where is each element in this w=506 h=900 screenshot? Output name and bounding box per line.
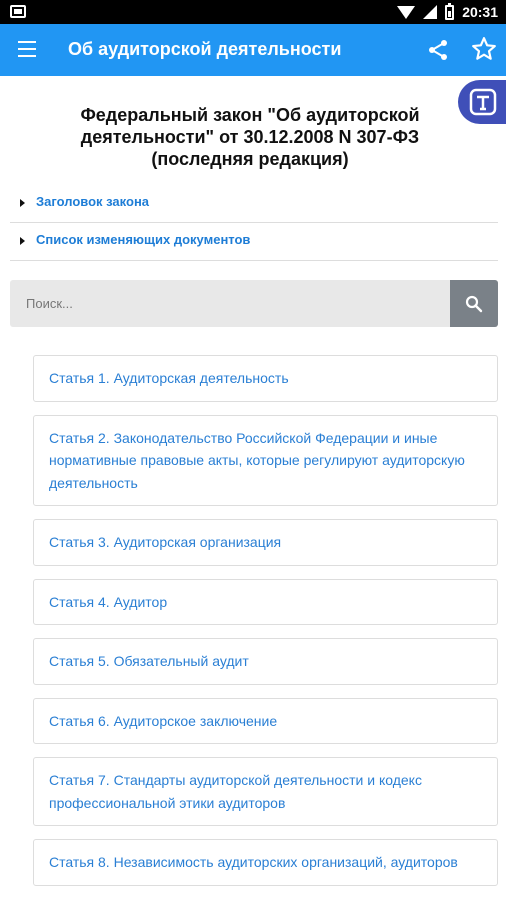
article-link[interactable]: Статья 2. Законодательство Российской Фе… xyxy=(33,414,498,506)
article-link[interactable]: Статья 6. Аудиторское заключение xyxy=(33,697,498,744)
battery-icon xyxy=(445,2,455,20)
section-label: Список изменяющих документов xyxy=(36,232,251,247)
star-icon[interactable] xyxy=(471,36,497,62)
article-link[interactable]: Статья 4. Аудитор xyxy=(33,578,498,625)
article-link[interactable]: Статья 3. Аудиторская организация xyxy=(33,519,498,566)
section-label: Заголовок закона xyxy=(36,194,150,209)
section-amending-documents[interactable]: Список изменяющих документов xyxy=(10,223,498,261)
article-link[interactable]: Статья 5. Обязательный аудит xyxy=(33,638,498,685)
menu-icon[interactable] xyxy=(18,41,36,57)
search-icon xyxy=(465,295,483,313)
signal-icon xyxy=(423,5,438,19)
wifi-icon xyxy=(397,5,416,19)
section-law-header[interactable]: Заголовок закона xyxy=(10,185,498,223)
text-format-icon xyxy=(469,88,497,116)
text-tool-button[interactable] xyxy=(458,80,506,124)
share-icon[interactable] xyxy=(426,38,450,62)
status-icons: 20:31 xyxy=(397,2,498,21)
expand-arrow-icon xyxy=(20,237,25,245)
article-list: Статья 1. Аудиторская деятельность Стать… xyxy=(33,355,498,899)
search-button[interactable] xyxy=(450,280,498,327)
document-title: Федеральный закон "Об аудиторской деятел… xyxy=(80,105,420,169)
article-link[interactable]: Статья 8. Независимость аудиторских орга… xyxy=(33,839,498,886)
status-bar: 20:31 xyxy=(0,0,506,24)
status-time: 20:31 xyxy=(462,4,498,20)
search-input[interactable] xyxy=(10,280,450,327)
article-link[interactable]: Статья 7. Стандарты аудиторской деятельн… xyxy=(33,757,498,826)
app-bar-title: Об аудиторской деятельности xyxy=(68,39,342,59)
notification-icon xyxy=(10,5,26,18)
expand-arrow-icon xyxy=(20,199,25,207)
app-bar: Об аудиторской деятельности xyxy=(0,24,506,76)
search-bar xyxy=(10,280,498,327)
article-link[interactable]: Статья 1. Аудиторская деятельность xyxy=(33,355,498,402)
